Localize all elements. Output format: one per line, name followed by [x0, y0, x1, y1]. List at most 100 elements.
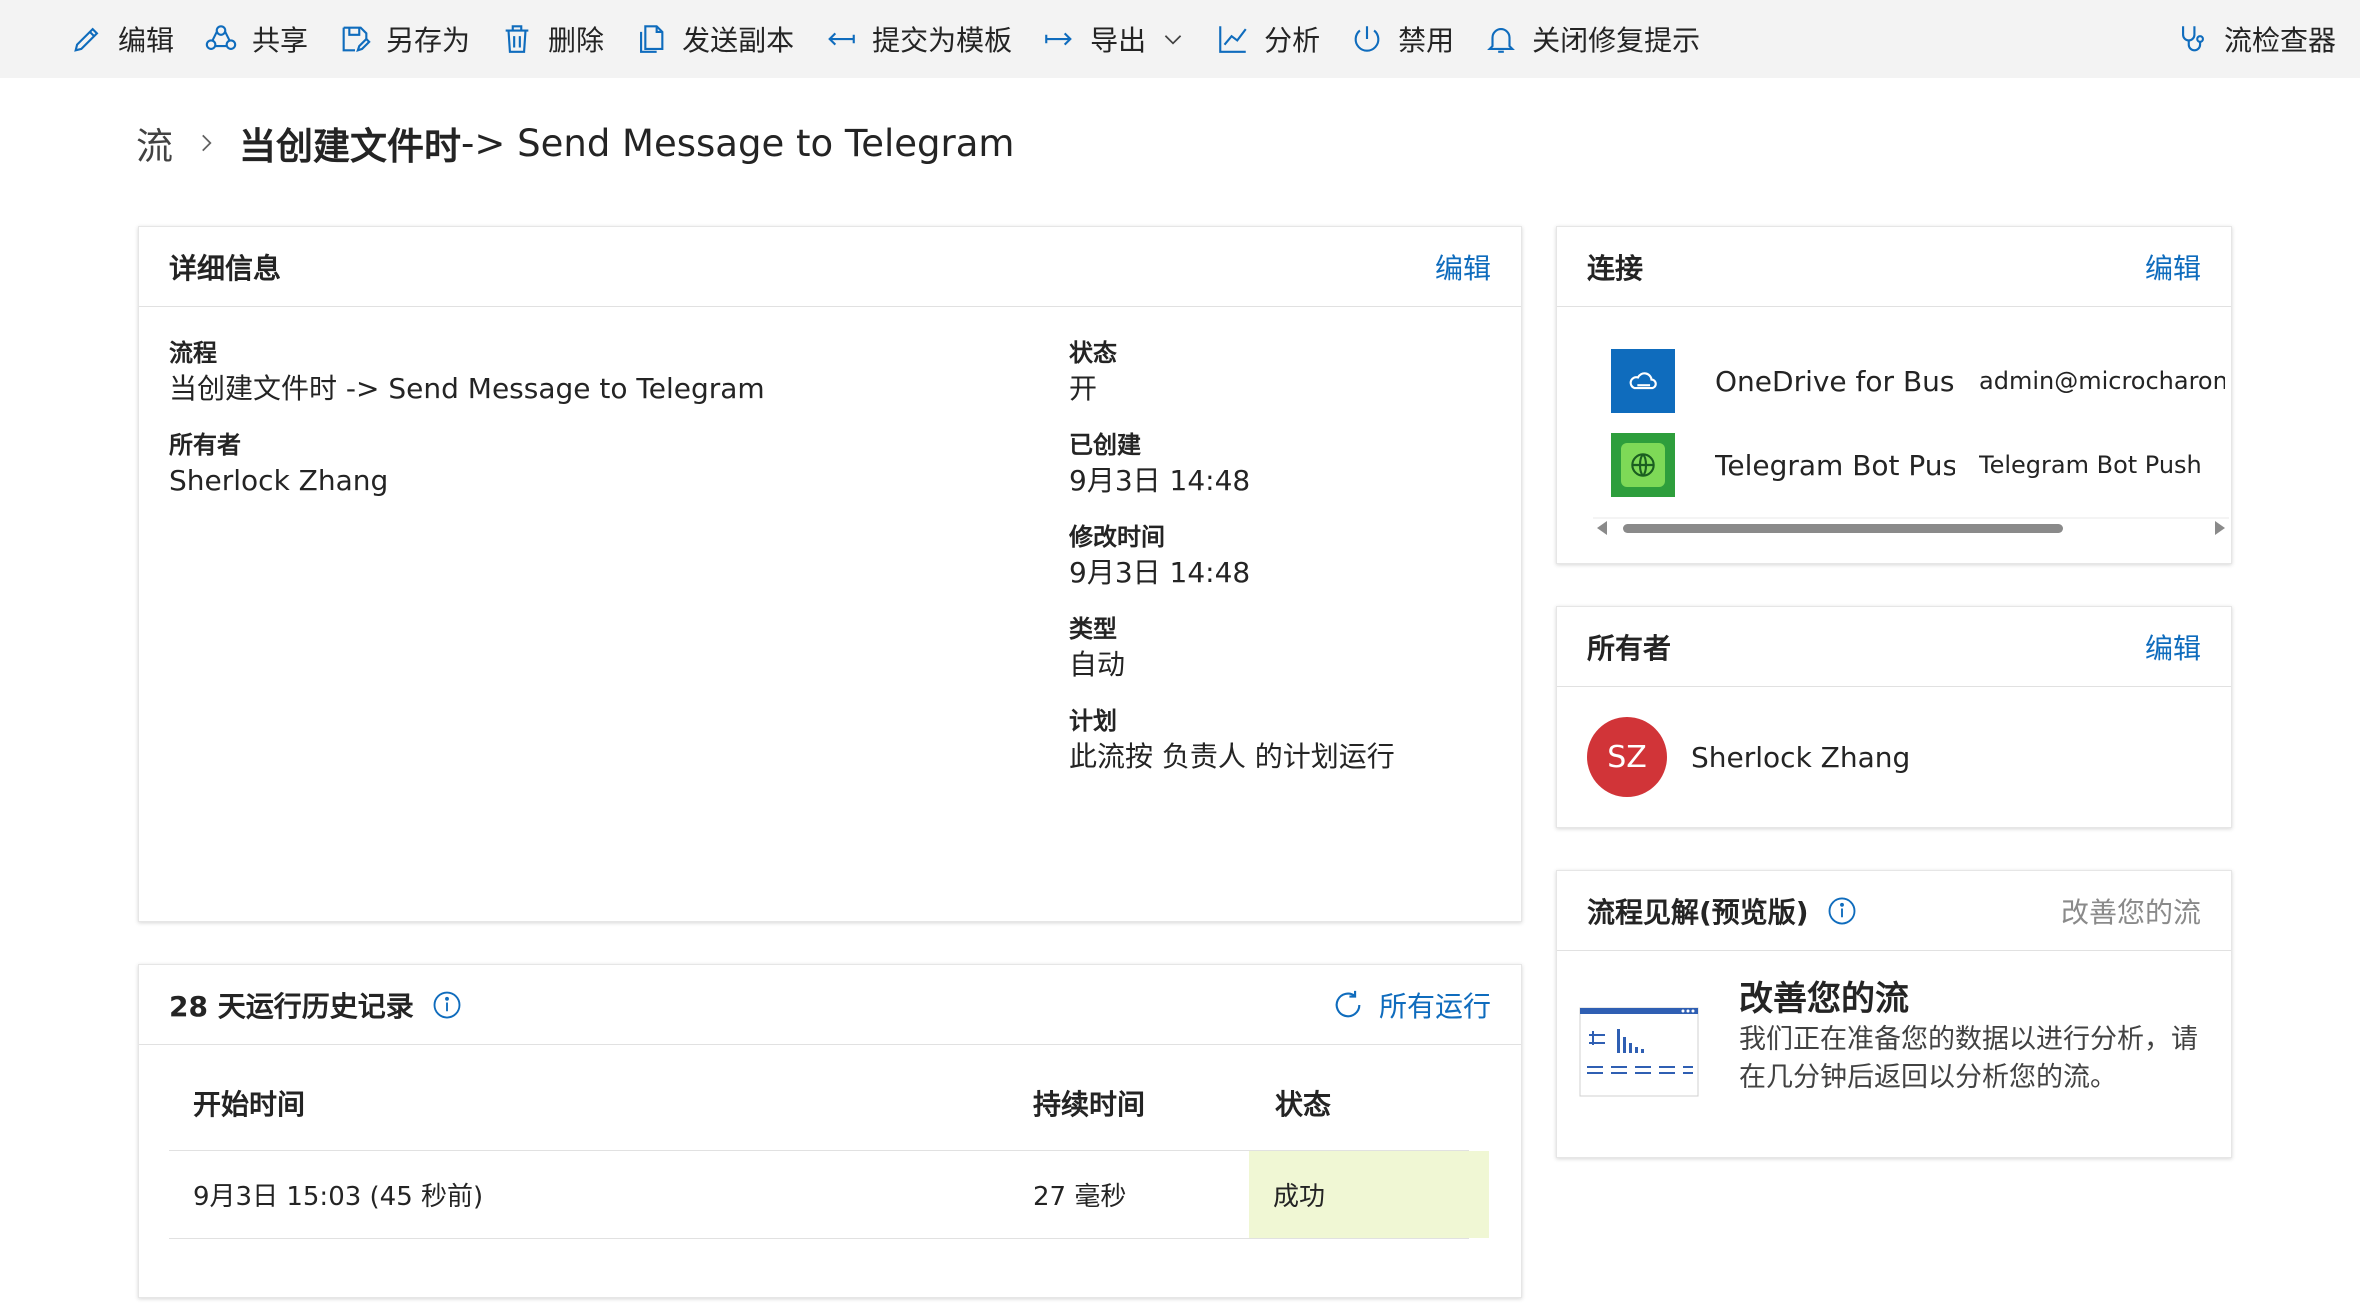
- all-runs-link[interactable]: 所有运行: [1331, 985, 1491, 1025]
- connection-account: admin@microcharon.top: [1979, 367, 2225, 395]
- submit-template-icon: [828, 32, 855, 46]
- pencil-icon: [74, 27, 99, 52]
- detail-key: 所有者: [169, 431, 241, 459]
- export-button[interactable]: 导出: [1042, 0, 1186, 78]
- details-header: 详细信息 编辑: [139, 227, 1521, 307]
- detail-value: 自动: [1069, 648, 1126, 681]
- command-bar: 编辑 共享 另存为 删除 发送副本 提交为模板 导出 分析 禁用 关闭修复提示 …: [0, 0, 2360, 78]
- analytics-icon: [1219, 26, 1247, 53]
- edit-label: 编辑: [118, 24, 175, 57]
- info-icon[interactable]: [1827, 896, 1857, 926]
- export-icon: [1045, 32, 1072, 46]
- owners-card: 所有者 编辑 SZ Sherlock Zhang: [1556, 606, 2232, 828]
- connection-item[interactable]: Telegram Bot Push Telegram Bot Push: [1611, 429, 2225, 501]
- detail-key: 类型: [1069, 615, 1117, 643]
- insights-heading: 改善您的流: [1739, 979, 1909, 1019]
- flow-checker-label: 流检查器: [2223, 24, 2336, 57]
- column-header-duration[interactable]: 持续时间: [1033, 1055, 1145, 1150]
- detail-modified: 修改时间 9月3日 14:48: [1069, 521, 1395, 593]
- disable-button[interactable]: 禁用: [1350, 0, 1454, 78]
- avatar: SZ: [1587, 717, 1667, 797]
- analytics-illustration-icon: [1579, 1007, 1699, 1097]
- details-right-column: 状态 开 已创建 9月3日 14:48 修改时间 9月3日 14:48 类型 自…: [1069, 337, 1395, 797]
- owners-title: 所有者: [1587, 631, 1672, 665]
- detail-key: 已创建: [1069, 431, 1141, 459]
- detail-status: 状态 开: [1069, 337, 1395, 409]
- stethoscope-icon: [2182, 26, 2204, 52]
- connection-name: OneDrive for Business: [1715, 364, 1955, 398]
- detail-key: 状态: [1069, 339, 1117, 367]
- column-header-status[interactable]: 状态: [1275, 1055, 1331, 1150]
- detail-created: 已创建 9月3日 14:48: [1069, 429, 1395, 501]
- detail-value: 当创建文件时 -> Send Message to Telegram: [169, 372, 765, 405]
- insights-title: 流程见解(预览版): [1587, 895, 1809, 929]
- improve-flow-link[interactable]: 改善您的流: [2061, 891, 2201, 931]
- share-button[interactable]: 共享: [204, 0, 308, 78]
- owner-item: SZ Sherlock Zhang: [1587, 717, 1910, 797]
- insights-header: 流程见解(预览版) 改善您的流: [1557, 871, 2231, 951]
- page-title-bold: 当创建文件时: [239, 125, 461, 168]
- bell-icon: [1487, 28, 1516, 53]
- owners-edit-link[interactable]: 编辑: [2145, 627, 2201, 667]
- scroll-thumb: [1623, 524, 2063, 533]
- owners-header: 所有者 编辑: [1557, 607, 2231, 687]
- run-history-title: 28 天运行历史记录: [169, 989, 414, 1023]
- run-history-title-wrap: 28 天运行历史记录: [169, 985, 462, 1025]
- chevron-right-icon: [202, 134, 212, 152]
- insights-body-line: 在几分钟后返回以分析您的流。: [1739, 1062, 2117, 1093]
- all-runs-label: 所有运行: [1378, 989, 1491, 1023]
- detail-value: 开: [1069, 372, 1098, 405]
- column-header-start-time[interactable]: 开始时间: [193, 1055, 305, 1150]
- info-icon[interactable]: [432, 990, 462, 1020]
- scroll-left-arrow-icon: [1597, 521, 1607, 535]
- details-edit-link[interactable]: 编辑: [1435, 247, 1491, 287]
- delete-button[interactable]: 删除: [500, 0, 604, 78]
- breadcrumb-root-link[interactable]: 流: [136, 116, 173, 170]
- details-title: 详细信息: [169, 251, 282, 285]
- connection-item[interactable]: OneDrive for Business admin@microcharon.…: [1611, 345, 2225, 417]
- horizontal-scrollbar[interactable]: [1593, 517, 2229, 539]
- share-icon: [205, 25, 237, 50]
- flow-insights-card: 流程见解(预览版) 改善您的流 改善您的流 我们正在准备您的数据以进行分析，请 …: [1556, 870, 2232, 1158]
- connection-account: Telegram Bot Push: [1979, 451, 2202, 479]
- save-as-icon: [342, 26, 371, 53]
- connections-header: 连接 编辑: [1557, 227, 2231, 307]
- run-duration: 27 毫秒: [1033, 1182, 1127, 1212]
- scroll-right-arrow-icon: [2215, 521, 2225, 535]
- insights-body-line: 我们正在准备您的数据以进行分析，请: [1739, 1024, 2198, 1055]
- detail-value: 此流按 负责人 的计划运行: [1069, 740, 1395, 773]
- flow-checker-button[interactable]: 流检查器: [2176, 0, 2336, 78]
- page-title-rest: -> Send Message to Telegram: [461, 121, 1015, 165]
- run-status-label: 成功: [1273, 1182, 1326, 1212]
- details-left-column: 流程 当创建文件时 -> Send Message to Telegram 所有…: [169, 337, 765, 521]
- close-repair-tips-button[interactable]: 关闭修复提示: [1484, 0, 1700, 78]
- run-history-table: 开始时间 持续时间 状态 9月3日 15:03 (45 秒前) 27 毫秒 成功: [169, 1055, 1489, 1239]
- detail-value: 9月3日 14:48: [1069, 464, 1251, 497]
- submit-template-button[interactable]: 提交为模板: [824, 0, 1012, 78]
- detail-type: 类型 自动: [1069, 613, 1395, 685]
- onedrive-icon: [1611, 349, 1675, 413]
- power-icon: [1354, 26, 1380, 52]
- close-repair-tips-label: 关闭修复提示: [1532, 24, 1701, 57]
- disable-label: 禁用: [1398, 24, 1455, 57]
- detail-owner: 所有者 Sherlock Zhang: [169, 429, 765, 501]
- chevron-down-icon[interactable]: [1160, 26, 1186, 52]
- run-history-card: 28 天运行历史记录 所有运行 开始时间 持续时间 状态 9月3日 15:03 …: [138, 964, 1522, 1298]
- insights-title-wrap: 流程见解(预览版): [1587, 891, 1857, 931]
- trash-icon: [505, 25, 529, 53]
- connections-card: 连接 编辑 OneDrive for Business admin@microc…: [1556, 226, 2232, 564]
- insights-body: 我们正在准备您的数据以进行分析，请 在几分钟后返回以分析您的流。: [1739, 1021, 2198, 1097]
- run-start-time[interactable]: 9月3日 15:03 (45 秒前): [193, 1151, 483, 1238]
- connections-edit-link[interactable]: 编辑: [2145, 247, 2201, 287]
- run-status-badge: 成功: [1249, 1151, 1489, 1238]
- table-row[interactable]: 9月3日 15:03 (45 秒前) 27 毫秒 成功: [169, 1151, 1489, 1239]
- edit-button[interactable]: 编辑: [70, 0, 174, 78]
- save-as-button[interactable]: 另存为: [338, 0, 470, 78]
- detail-schedule: 计划 此流按 负责人 的计划运行: [1069, 705, 1395, 777]
- send-copy-button[interactable]: 发送副本: [634, 0, 794, 78]
- table-header: 开始时间 持续时间 状态: [169, 1055, 1469, 1151]
- send-copy-label: 发送副本: [682, 24, 795, 57]
- analytics-button[interactable]: 分析: [1216, 0, 1320, 78]
- detail-key: 流程: [169, 339, 217, 367]
- breadcrumb: 流 当创建文件时 -> Send Message to Telegram: [136, 116, 1014, 170]
